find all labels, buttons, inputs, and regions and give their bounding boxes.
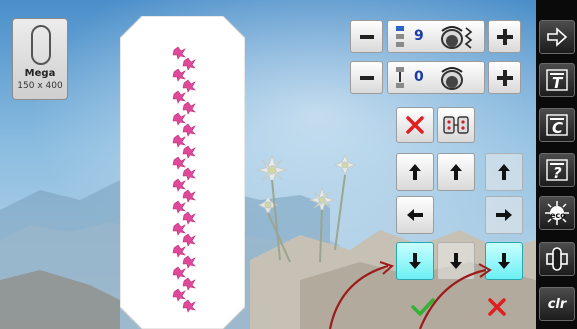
tension-top-minus-button[interactable] (350, 20, 383, 53)
move-down-left-button[interactable] (396, 242, 434, 280)
arrow-down-icon (409, 253, 421, 269)
text-t-label: T (552, 74, 563, 92)
hoop-name: Mega (24, 68, 56, 79)
green-check-icon (411, 298, 435, 316)
tension-top-panel: 9 (387, 20, 485, 53)
hoop-icon (31, 25, 51, 65)
move-up-left-button[interactable] (396, 153, 434, 191)
cancel-button[interactable] (470, 289, 524, 325)
confirm-button[interactable] (396, 289, 450, 325)
tension-bottom-minus-button[interactable] (350, 61, 383, 94)
move-down-right-button[interactable] (485, 242, 523, 280)
arrow-up-icon (450, 164, 462, 180)
move-left-button[interactable] (396, 196, 434, 234)
presser-foot-height-icon (441, 67, 463, 90)
arrow-right-icon (496, 209, 512, 221)
move-down-button[interactable] (437, 242, 475, 280)
arrow-up-icon (409, 164, 421, 180)
tension-top-plus-button[interactable] (488, 20, 521, 53)
arrow-down-icon (498, 253, 510, 269)
tension-top-value: 9 (414, 28, 424, 44)
arrow-up-icon (498, 164, 510, 180)
sidebar-eco-button[interactable]: eco (539, 196, 575, 230)
sidebar-help-button[interactable]: ? (539, 153, 575, 187)
presser-foot-tension-icon (441, 26, 473, 49)
arrow-down-icon (450, 253, 462, 269)
tension-bottom-value: 0 (414, 69, 424, 85)
minus-icon (359, 34, 374, 39)
eco-label: eco (550, 211, 566, 220)
needle-level-icon (396, 67, 404, 88)
tension-bottom-panel: 0 (387, 61, 485, 94)
clear-label: clr (547, 296, 567, 312)
hoop-check-icon (443, 116, 469, 134)
move-up-right-button[interactable] (485, 153, 523, 191)
minus-icon (359, 75, 374, 80)
arrow-left-icon (407, 209, 423, 221)
delete-button[interactable] (396, 107, 434, 143)
sidebar-text-t-button[interactable]: T (539, 63, 575, 97)
move-up-button[interactable] (437, 153, 475, 191)
help-label: ? (553, 164, 562, 182)
sidebar-text-c-button[interactable]: C (539, 108, 575, 142)
tension-level-icon (396, 26, 404, 47)
embroidery-field (120, 16, 245, 329)
sidebar-clear-button[interactable]: clr (539, 287, 575, 321)
red-x-icon (488, 298, 506, 316)
sidebar-hoop-position-button[interactable] (539, 242, 575, 276)
hoop-check-button[interactable] (437, 107, 475, 143)
function-sidebar: T C ? eco clr (536, 0, 577, 329)
move-right-button[interactable] (485, 196, 523, 234)
hoop-position-icon (546, 247, 568, 271)
arrow-right-icon (547, 27, 568, 47)
plus-icon (496, 69, 513, 86)
tension-bottom-plus-button[interactable] (488, 61, 521, 94)
hoop-size: 150 x 400 (17, 81, 63, 91)
text-c-label: C (552, 119, 564, 137)
hoop-select-button[interactable]: Mega 150 x 400 (12, 18, 68, 100)
plus-icon (496, 28, 513, 45)
red-x-icon (406, 116, 424, 134)
sidebar-arrow-button[interactable] (539, 20, 575, 54)
